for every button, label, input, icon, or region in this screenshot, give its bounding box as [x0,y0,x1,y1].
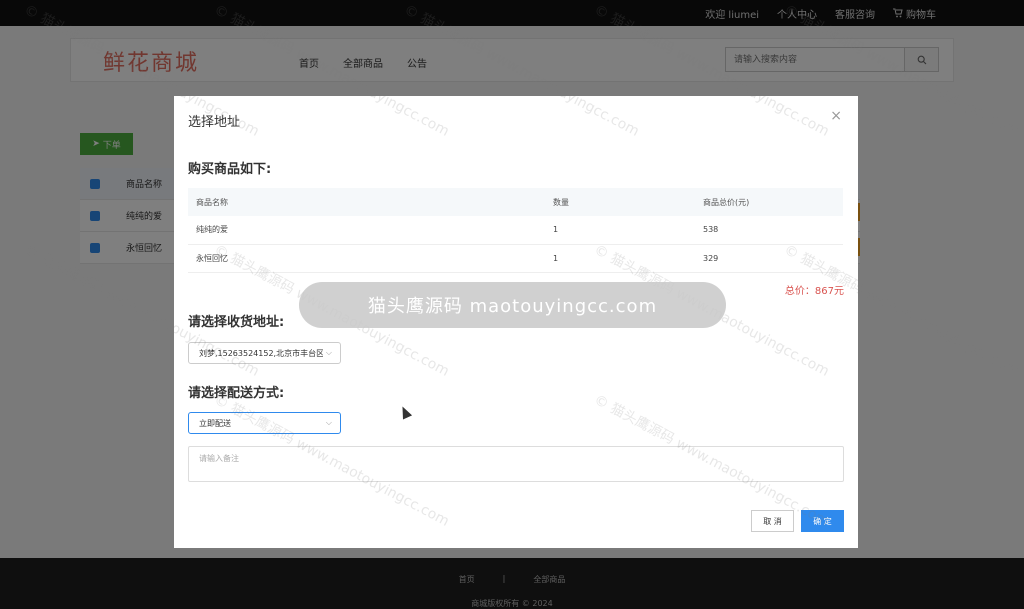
delivery-heading: 请选择配送方式: [188,386,285,401]
col-product-name: 商品名称 [188,188,545,216]
address-select-value: 刘梦,15263524152,北京市丰台区 [199,348,325,358]
item-name: 永恒回忆 [188,244,545,273]
goods-heading: 购买商品如下: [188,162,272,177]
item-quantity: 1 [545,216,695,245]
cancel-button[interactable]: 取 消 [751,510,794,532]
close-icon[interactable]: × [830,108,842,124]
item-price: 538 [695,216,843,245]
modal-title: 选择地址 [188,115,241,130]
table-row: 永恒回忆 1 329 [188,244,843,273]
address-select[interactable]: 刘梦,15263524152,北京市丰台区 ⌵ [188,342,341,364]
address-heading: 请选择收货地址: [188,315,285,330]
delivery-select-value: 立即配送 [199,418,231,428]
order-items-table: 商品名称 数量 商品总价(元) 纯纯的爱 1 538 永恒回忆 1 329 [188,188,843,273]
watermark-banner: 猫头鹰源码 maotouyingcc.com [299,282,726,328]
item-name: 纯纯的爱 [188,216,545,245]
order-items-header: 商品名称 数量 商品总价(元) [188,188,843,216]
confirm-button[interactable]: 确 定 [801,510,844,532]
item-price: 329 [695,244,843,273]
order-total: 总价：867元 [784,286,844,297]
table-row: 纯纯的爱 1 538 [188,216,843,245]
col-total-price: 商品总价(元) [695,188,843,216]
chevron-down-icon: ⌵ [325,418,332,427]
remark-textarea[interactable]: 请输入备注 [188,446,844,482]
delivery-select[interactable]: 立即配送 ⌵ [188,412,341,434]
col-quantity: 数量 [545,188,695,216]
chevron-down-icon: ⌵ [322,348,332,358]
item-quantity: 1 [545,244,695,273]
